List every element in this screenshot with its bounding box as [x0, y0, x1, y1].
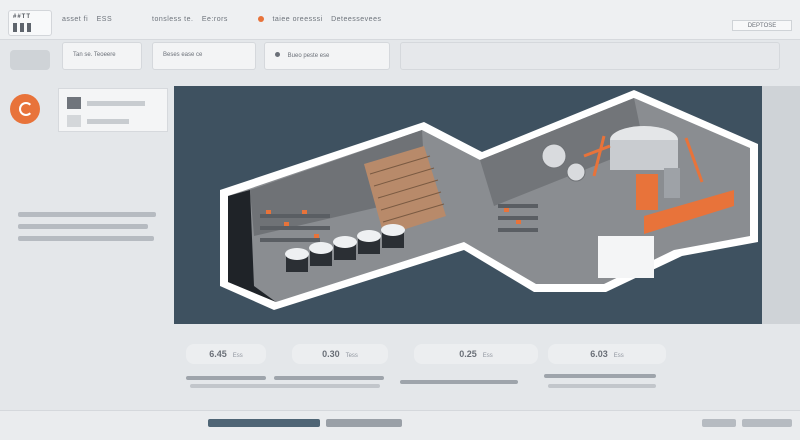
stats-row: 6.45 Ess 0.30 Tess 0.25 Ess 6.03 Ess [0, 340, 800, 400]
stat-card-3[interactable]: 0.25 Ess [414, 344, 538, 364]
stat-1-line [186, 376, 266, 380]
filter-field-2-text: Beses ease ce [163, 52, 203, 58]
nav-item-4-label: Ee:rors [201, 16, 228, 23]
stat-row-line-2 [190, 384, 380, 388]
filter-field-1-text: Tan se. Teoeere [73, 52, 116, 58]
stat-3-label: Ess [482, 353, 493, 359]
stat-2-value: 0.30 [322, 349, 340, 359]
profile-line-2 [87, 119, 129, 124]
factory-illustration [220, 90, 758, 310]
nav-item-5[interactable]: taiee oreesssi Deteessevees [258, 16, 381, 23]
orange-machine [636, 174, 658, 210]
nav-item-2-label: ESS [96, 16, 113, 23]
footer-action-1[interactable] [702, 419, 736, 427]
stat-3-line [400, 380, 518, 384]
filter-field-1[interactable]: Tan se. Teoeere [62, 42, 142, 70]
secondary-footer-button[interactable] [326, 419, 402, 427]
gear-icon-2 [566, 162, 586, 182]
profile-card[interactable] [58, 88, 168, 132]
nav-item-1[interactable]: asset fi ESS [62, 16, 112, 23]
footer-action-2[interactable] [742, 419, 792, 427]
nav-item-3[interactable]: tonsless te. Ee:rors [152, 16, 228, 23]
profile-line-1 [87, 101, 145, 106]
tank-body [610, 140, 678, 170]
sidebar-item-3[interactable] [18, 236, 154, 241]
stat-card-4[interactable]: 6.03 Ess [548, 344, 666, 364]
filter-field-3[interactable]: Bueo peste ese [264, 42, 390, 70]
orange-dot-icon [258, 16, 264, 23]
top-bar: ##TT asset fi ESS tonsless te. Ee:rors t… [0, 0, 800, 40]
nav-item-6-label: Deteessevees [331, 16, 382, 23]
stat-1-label: Ess [232, 353, 243, 359]
logo-text: ##TT [13, 14, 32, 20]
sub-toolbar: Tan se. Teoeere Beses ease ce Bueo peste… [0, 42, 800, 80]
stat-3-value: 0.25 [459, 349, 477, 359]
stat-4-line [544, 374, 656, 378]
sidebar-item-2[interactable] [18, 224, 148, 229]
hero-side-panel [762, 86, 800, 324]
primary-footer-button[interactable] [208, 419, 320, 427]
filter-field-4[interactable] [400, 42, 780, 70]
stat-4-label: Ess [613, 353, 624, 359]
profile-square-dark [67, 97, 81, 109]
top-right-button-label: DEPTOSE [747, 23, 777, 29]
grey-machine [664, 168, 680, 198]
footer-bar [0, 410, 800, 440]
search-icon [275, 52, 280, 57]
stat-2-label: Tess [345, 353, 358, 359]
filter-field-2[interactable]: Beses ease ce [152, 42, 256, 70]
top-right-button[interactable]: DEPTOSE [732, 20, 792, 31]
gear-icon [541, 143, 567, 169]
sidebar-item-1[interactable] [18, 212, 156, 217]
hero-image [174, 86, 762, 324]
stat-1-value: 6.45 [209, 349, 227, 359]
toggle-pill[interactable] [10, 50, 50, 70]
stat-4-value: 6.03 [590, 349, 608, 359]
stat-card-1[interactable]: 6.45 Ess [186, 344, 266, 364]
stat-card-2[interactable]: 0.30 Tess [292, 344, 388, 364]
nav-item-1-label: asset fi [62, 16, 89, 23]
stat-4-line-2 [548, 384, 656, 388]
white-cabinet [598, 236, 654, 278]
nav-item-5-label: taiee oreesssi [272, 16, 323, 23]
profile-square-light [67, 115, 81, 127]
sidebar [0, 82, 170, 382]
avatar[interactable] [10, 94, 40, 124]
stat-2-line [274, 376, 384, 380]
filter-field-3-text: Bueo peste ese [287, 53, 330, 59]
nav-item-3-label: tonsless te. [152, 16, 194, 23]
logo-bars-icon [13, 23, 47, 32]
app-logo[interactable]: ##TT [8, 10, 52, 36]
